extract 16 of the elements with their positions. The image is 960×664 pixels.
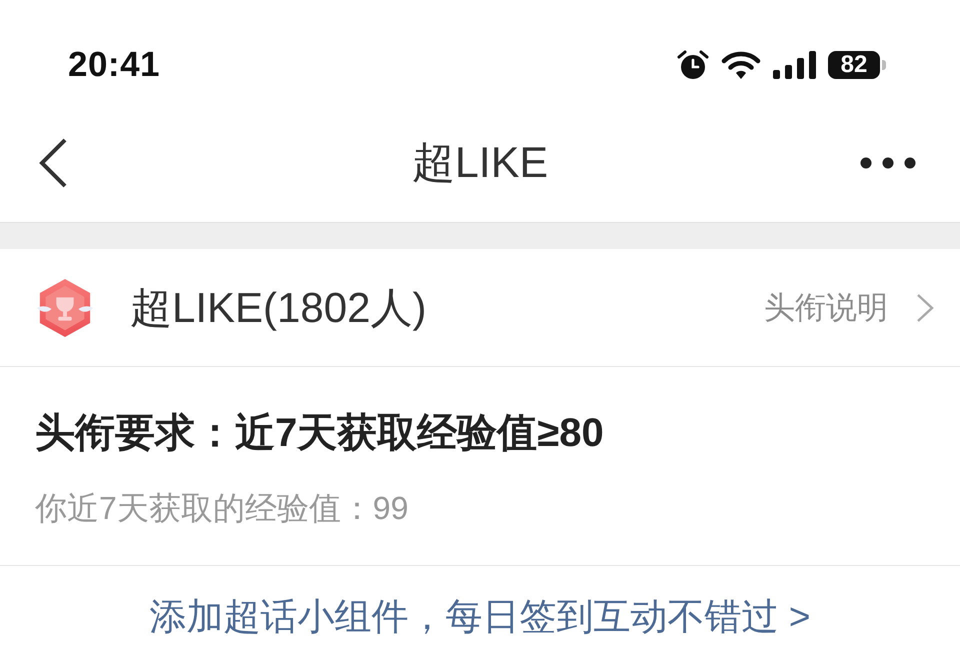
experience-text: 你近7天获取的经验值：99: [35, 489, 410, 528]
alarm-clock-icon: [677, 50, 709, 80]
chevron-left-icon: [38, 138, 68, 188]
trophy-badge-icon: [36, 278, 94, 338]
requirement-text: 头衔要求：近7天获取经验值≥80: [35, 410, 605, 457]
title-name: 超LIKE(1802人): [130, 282, 428, 333]
wifi-icon: [721, 50, 761, 80]
signal-icon: [773, 51, 816, 79]
title-info-link[interactable]: 头衔说明: [764, 286, 934, 328]
status-time: 20:41: [68, 45, 160, 85]
more-button[interactable]: [860, 157, 916, 169]
back-button[interactable]: [38, 138, 68, 188]
page-title: 超LIKE: [412, 138, 548, 189]
more-dots-icon: [860, 157, 916, 169]
chevron-right-icon: [916, 292, 934, 322]
add-widget-link[interactable]: 添加超话小组件，每日签到互动不错过 >: [150, 592, 810, 642]
